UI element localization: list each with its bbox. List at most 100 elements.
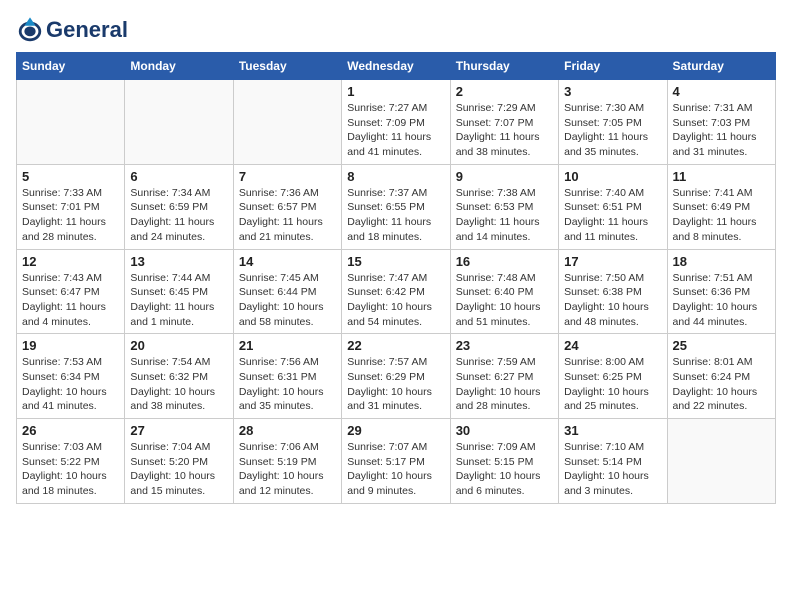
day-info: Sunrise: 7:10 AM Sunset: 5:14 PM Dayligh… — [564, 440, 661, 499]
day-info: Sunrise: 7:36 AM Sunset: 6:57 PM Dayligh… — [239, 186, 336, 245]
day-info: Sunrise: 7:31 AM Sunset: 7:03 PM Dayligh… — [673, 101, 770, 160]
day-info: Sunrise: 7:54 AM Sunset: 6:32 PM Dayligh… — [130, 355, 227, 414]
day-info: Sunrise: 7:41 AM Sunset: 6:49 PM Dayligh… — [673, 186, 770, 245]
day-number: 2 — [456, 84, 553, 99]
calendar-cell: 13Sunrise: 7:44 AM Sunset: 6:45 PM Dayli… — [125, 249, 233, 334]
day-info: Sunrise: 7:07 AM Sunset: 5:17 PM Dayligh… — [347, 440, 444, 499]
day-info: Sunrise: 7:40 AM Sunset: 6:51 PM Dayligh… — [564, 186, 661, 245]
calendar-cell: 18Sunrise: 7:51 AM Sunset: 6:36 PM Dayli… — [667, 249, 775, 334]
calendar-cell: 20 Sunrise: 7:54 AM Sunset: 6:32 PM Dayli… — [125, 334, 233, 419]
calendar-cell: 17 Sunrise: 7:50 AM Sunset: 6:38 PM Dayli… — [559, 249, 667, 334]
calendar-week-2: 5 Sunrise: 7:33 AM Sunset: 7:01 PM Daylig… — [17, 164, 776, 249]
calendar-header-row: SundayMondayTuesdayWednesdayThursdayFrid… — [17, 53, 776, 80]
day-number: 22 — [347, 338, 444, 353]
day-info: Sunrise: 8:01 AM Sunset: 6:24 PM Dayligh… — [673, 355, 770, 414]
day-number: 1 — [347, 84, 444, 99]
day-number: 25 — [673, 338, 770, 353]
day-info: Sunrise: 7:04 AM Sunset: 5:20 PM Dayligh… — [130, 440, 227, 499]
weekday-header-tuesday: Tuesday — [233, 53, 341, 80]
day-info: Sunrise: 7:09 AM Sunset: 5:15 PM Dayligh… — [456, 440, 553, 499]
calendar-cell: 10 Sunrise: 7:40 AM Sunset: 6:51 PM Dayli… — [559, 164, 667, 249]
day-info: Sunrise: 7:30 AM Sunset: 7:05 PM Dayligh… — [564, 101, 661, 160]
day-info: Sunrise: 7:47 AM Sunset: 6:42 PM Dayligh… — [347, 271, 444, 330]
day-number: 28 — [239, 423, 336, 438]
day-number: 14 — [239, 254, 336, 269]
day-number: 29 — [347, 423, 444, 438]
day-info: Sunrise: 7:03 AM Sunset: 5:22 PM Dayligh… — [22, 440, 119, 499]
day-number: 7 — [239, 169, 336, 184]
calendar-cell — [17, 80, 125, 165]
day-number: 24 — [564, 338, 661, 353]
day-info: Sunrise: 7:51 AM Sunset: 6:36 PM Dayligh… — [673, 271, 770, 330]
calendar-cell: 24Sunrise: 8:00 AM Sunset: 6:25 PM Dayli… — [559, 334, 667, 419]
day-number: 11 — [673, 169, 770, 184]
weekday-header-thursday: Thursday — [450, 53, 558, 80]
weekday-header-monday: Monday — [125, 53, 233, 80]
weekday-header-saturday: Saturday — [667, 53, 775, 80]
day-number: 21 — [239, 338, 336, 353]
day-number: 17 — [564, 254, 661, 269]
calendar: SundayMondayTuesdayWednesdayThursdayFrid… — [16, 52, 776, 504]
calendar-cell: 2 Sunrise: 7:29 AM Sunset: 7:07 PM Daylig… — [450, 80, 558, 165]
day-info: Sunrise: 7:34 AM Sunset: 6:59 PM Dayligh… — [130, 186, 227, 245]
day-info: Sunrise: 7:56 AM Sunset: 6:31 PM Dayligh… — [239, 355, 336, 414]
weekday-header-friday: Friday — [559, 53, 667, 80]
calendar-cell: 29 Sunrise: 7:07 AM Sunset: 5:17 PM Dayli… — [342, 419, 450, 504]
day-info: Sunrise: 7:45 AM Sunset: 6:44 PM Dayligh… — [239, 271, 336, 330]
day-info: Sunrise: 7:06 AM Sunset: 5:19 PM Dayligh… — [239, 440, 336, 499]
day-info: Sunrise: 7:59 AM Sunset: 6:27 PM Dayligh… — [456, 355, 553, 414]
day-info: Sunrise: 7:57 AM Sunset: 6:29 PM Dayligh… — [347, 355, 444, 414]
day-number: 10 — [564, 169, 661, 184]
day-info: Sunrise: 7:27 AM Sunset: 7:09 PM Dayligh… — [347, 101, 444, 160]
day-number: 27 — [130, 423, 227, 438]
day-info: Sunrise: 7:44 AM Sunset: 6:45 PM Dayligh… — [130, 271, 227, 330]
calendar-week-3: 12Sunrise: 7:43 AM Sunset: 6:47 PM Dayli… — [17, 249, 776, 334]
calendar-cell: 30 Sunrise: 7:09 AM Sunset: 5:15 PM Dayli… — [450, 419, 558, 504]
calendar-week-5: 26 Sunrise: 7:03 AM Sunset: 5:22 PM Dayli… — [17, 419, 776, 504]
day-number: 5 — [22, 169, 119, 184]
day-number: 9 — [456, 169, 553, 184]
calendar-cell: 5 Sunrise: 7:33 AM Sunset: 7:01 PM Daylig… — [17, 164, 125, 249]
calendar-cell: 1 Sunrise: 7:27 AM Sunset: 7:09 PM Daylig… — [342, 80, 450, 165]
calendar-cell: 25 Sunrise: 8:01 AM Sunset: 6:24 PM Dayli… — [667, 334, 775, 419]
day-info: Sunrise: 7:48 AM Sunset: 6:40 PM Dayligh… — [456, 271, 553, 330]
day-number: 8 — [347, 169, 444, 184]
day-number: 23 — [456, 338, 553, 353]
calendar-cell: 7 Sunrise: 7:36 AM Sunset: 6:57 PM Daylig… — [233, 164, 341, 249]
calendar-cell: 26 Sunrise: 7:03 AM Sunset: 5:22 PM Dayli… — [17, 419, 125, 504]
calendar-cell: 4 Sunrise: 7:31 AM Sunset: 7:03 PM Daylig… — [667, 80, 775, 165]
calendar-cell: 12Sunrise: 7:43 AM Sunset: 6:47 PM Dayli… — [17, 249, 125, 334]
calendar-cell: 3Sunrise: 7:30 AM Sunset: 7:05 PM Daylig… — [559, 80, 667, 165]
calendar-cell: 21 Sunrise: 7:56 AM Sunset: 6:31 PM Dayli… — [233, 334, 341, 419]
day-number: 15 — [347, 254, 444, 269]
logo: General — [16, 16, 128, 44]
day-info: Sunrise: 7:33 AM Sunset: 7:01 PM Dayligh… — [22, 186, 119, 245]
day-info: Sunrise: 7:38 AM Sunset: 6:53 PM Dayligh… — [456, 186, 553, 245]
day-number: 4 — [673, 84, 770, 99]
day-info: Sunrise: 7:50 AM Sunset: 6:38 PM Dayligh… — [564, 271, 661, 330]
day-number: 19 — [22, 338, 119, 353]
calendar-cell: 6 Sunrise: 7:34 AM Sunset: 6:59 PM Daylig… — [125, 164, 233, 249]
calendar-week-4: 19 Sunrise: 7:53 AM Sunset: 6:34 PM Dayli… — [17, 334, 776, 419]
day-number: 30 — [456, 423, 553, 438]
calendar-cell: 22 Sunrise: 7:57 AM Sunset: 6:29 PM Dayli… — [342, 334, 450, 419]
calendar-cell — [125, 80, 233, 165]
day-number: 12 — [22, 254, 119, 269]
day-number: 20 — [130, 338, 227, 353]
calendar-cell: 14 Sunrise: 7:45 AM Sunset: 6:44 PM Dayli… — [233, 249, 341, 334]
day-info: Sunrise: 7:37 AM Sunset: 6:55 PM Dayligh… — [347, 186, 444, 245]
day-info: Sunrise: 7:53 AM Sunset: 6:34 PM Dayligh… — [22, 355, 119, 414]
day-number: 31 — [564, 423, 661, 438]
calendar-cell: 16 Sunrise: 7:48 AM Sunset: 6:40 PM Dayli… — [450, 249, 558, 334]
day-number: 6 — [130, 169, 227, 184]
calendar-cell: 15 Sunrise: 7:47 AM Sunset: 6:42 PM Dayli… — [342, 249, 450, 334]
day-number: 16 — [456, 254, 553, 269]
calendar-cell: 28 Sunrise: 7:06 AM Sunset: 5:19 PM Dayli… — [233, 419, 341, 504]
logo-text: General — [46, 18, 128, 42]
day-info: Sunrise: 7:29 AM Sunset: 7:07 PM Dayligh… — [456, 101, 553, 160]
day-number: 26 — [22, 423, 119, 438]
calendar-cell: 11 Sunrise: 7:41 AM Sunset: 6:49 PM Dayli… — [667, 164, 775, 249]
calendar-cell: 19 Sunrise: 7:53 AM Sunset: 6:34 PM Dayli… — [17, 334, 125, 419]
weekday-header-sunday: Sunday — [17, 53, 125, 80]
calendar-cell: 9 Sunrise: 7:38 AM Sunset: 6:53 PM Daylig… — [450, 164, 558, 249]
